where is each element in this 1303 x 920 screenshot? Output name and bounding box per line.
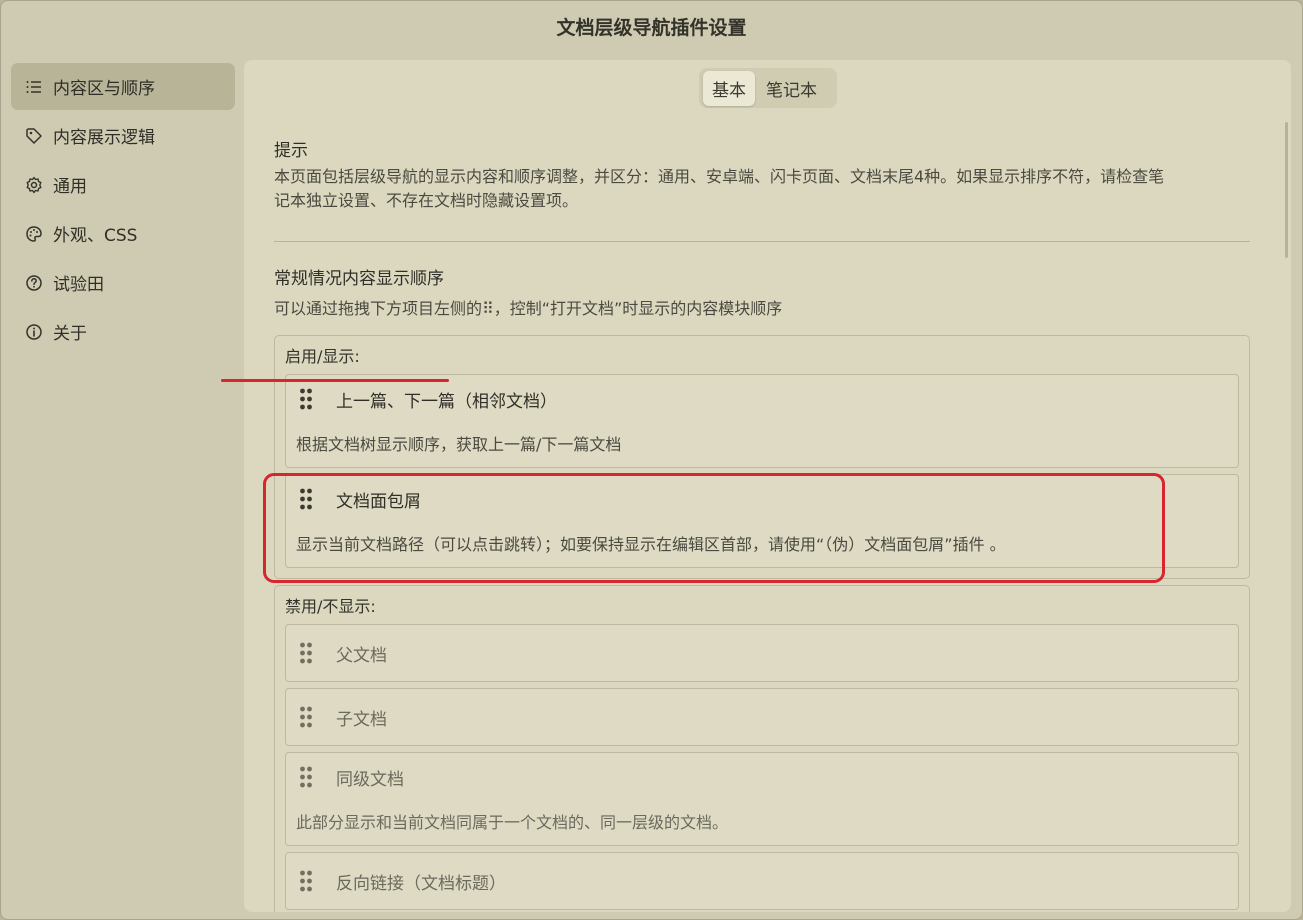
- item-title: 父文档: [336, 645, 387, 666]
- item-title: 反向链接（文档标题）: [336, 873, 506, 894]
- drag-handle-icon[interactable]: [296, 386, 316, 412]
- sidebar-item-general[interactable]: 通用: [11, 161, 235, 208]
- info-icon: [23, 321, 45, 343]
- list-icon: [23, 76, 45, 98]
- drag-handle-icon[interactable]: [296, 704, 316, 730]
- item-title: 子文档: [336, 709, 387, 730]
- sidebar-item-display-logic[interactable]: 内容展示逻辑: [11, 112, 235, 159]
- hint-description-line: 记本独立设置、不存在文档时隐藏设置项。: [274, 191, 579, 210]
- item-description: 根据文档树显示顺序，获取上一篇/下一篇文档: [296, 435, 622, 454]
- order-title: 常规情况内容显示顺序: [274, 269, 444, 289]
- sidebar-item-content-order[interactable]: 内容区与顺序: [11, 63, 235, 110]
- disabled-group: 禁用/不显示: 父文档 子文档 同级文档 此部分显示和当前文档同属于一个文档的、…: [274, 585, 1250, 912]
- list-item[interactable]: 父文档: [285, 624, 1239, 682]
- list-item[interactable]: 子文档: [285, 688, 1239, 746]
- scrollbar-thumb[interactable]: [1285, 122, 1288, 258]
- hint-description-line: 本页面包括层级导航的显示内容和顺序调整，并区分：通用、安卓端、闪卡页面、文档末尾…: [274, 167, 1165, 186]
- list-item[interactable]: 同级文档 此部分显示和当前文档同属于一个文档的、同一层级的文档。: [285, 752, 1239, 846]
- sidebar-item-label: 通用: [53, 177, 87, 197]
- hint-title: 提示: [274, 141, 308, 161]
- sidebar-item-label: 外观、CSS: [53, 226, 138, 246]
- item-title: 上一篇、下一篇（相邻文档）: [336, 391, 557, 412]
- drag-handle-icon[interactable]: [296, 640, 316, 666]
- settings-window: 文档层级导航插件设置 内容区与顺序 内容展示逻辑 通用 外观、CSS 试验田 关…: [0, 0, 1303, 920]
- sidebar-item-label: 关于: [53, 324, 87, 344]
- hint-description: 本页面包括层级导航的显示内容和顺序调整，并区分：通用、安卓端、闪卡页面、文档末尾…: [274, 165, 1250, 213]
- sidebar-item-label: 试验田: [53, 275, 104, 295]
- tab-notebook[interactable]: 笔记本: [757, 71, 826, 106]
- order-description: 可以通过拖拽下方项目左侧的⠿，控制“打开文档”时显示的内容模块顺序: [274, 299, 783, 318]
- sidebar-item-label: 内容区与顺序: [53, 79, 155, 99]
- sidebar-item-experimental[interactable]: 试验田: [11, 259, 235, 306]
- list-item[interactable]: 上一篇、下一篇（相邻文档） 根据文档树显示顺序，获取上一篇/下一篇文档: [285, 374, 1239, 468]
- item-title: 同级文档: [336, 769, 404, 790]
- tab-bar: 基本 笔记本: [699, 68, 837, 108]
- drag-handle-icon[interactable]: [296, 868, 316, 894]
- tab-basic[interactable]: 基本: [703, 70, 755, 106]
- window-title: 文档层级导航插件设置: [556, 16, 747, 39]
- sidebar-item-label: 内容展示逻辑: [53, 128, 155, 148]
- palette-icon: [23, 223, 45, 245]
- help-circle-icon: [23, 272, 45, 294]
- divider: [274, 241, 1250, 242]
- gear-icon: [23, 174, 45, 196]
- drag-handle-icon[interactable]: [296, 764, 316, 790]
- tag-icon: [23, 125, 45, 147]
- item-description: 此部分显示和当前文档同属于一个文档的、同一层级的文档。: [296, 813, 729, 832]
- sidebar-item-appearance[interactable]: 外观、CSS: [11, 210, 235, 257]
- sidebar: 内容区与顺序 内容展示逻辑 通用 外观、CSS 试验田 关于: [11, 63, 235, 357]
- disabled-group-label: 禁用/不显示:: [285, 597, 376, 616]
- sidebar-item-about[interactable]: 关于: [11, 308, 235, 355]
- list-item[interactable]: 反向链接（文档标题）: [285, 852, 1239, 910]
- annotation-underline: [221, 379, 449, 382]
- enabled-group-label: 启用/显示:: [285, 347, 360, 366]
- annotation-highlight-box: [263, 473, 1165, 583]
